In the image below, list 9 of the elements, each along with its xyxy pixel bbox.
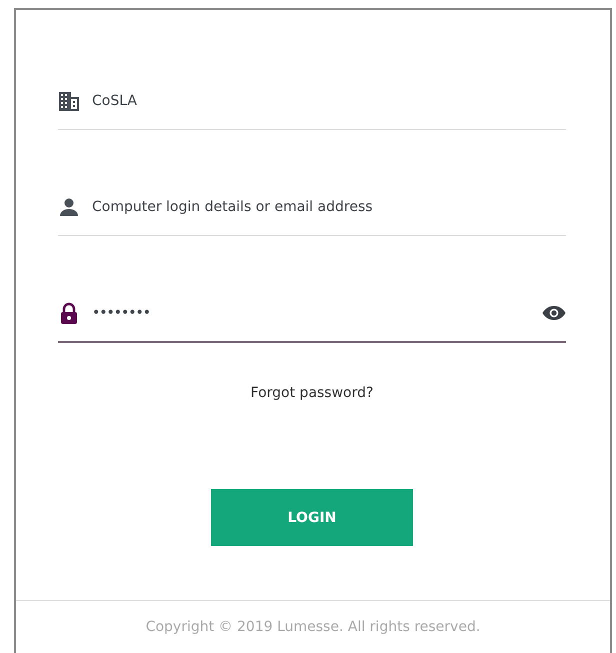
copyright-text: Copyright © 2019 Lumesse. All rights reserved. [16,600,610,635]
username-field[interactable]: Computer login details or email address [92,198,566,214]
eye-icon[interactable] [542,304,566,320]
organisation-field[interactable]: CoSLA [92,92,566,108]
forgot-password-link[interactable]: Forgot password? [250,385,374,401]
lock-icon [58,302,80,324]
building-icon [58,90,80,112]
password-field[interactable]: •••••••• [92,304,530,320]
person-icon [58,196,80,218]
